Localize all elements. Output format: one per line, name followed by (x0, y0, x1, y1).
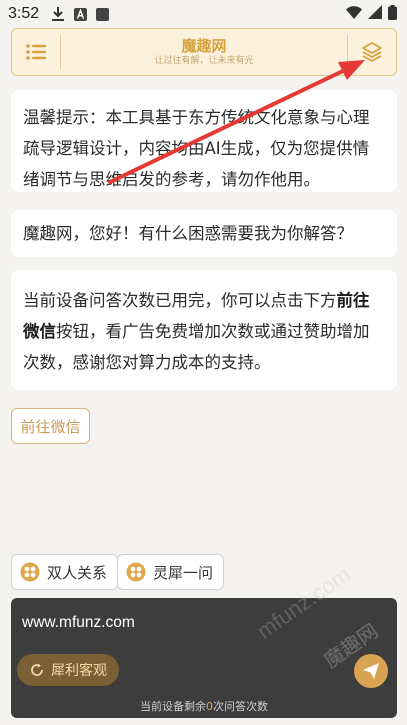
quota-message-card: 当前设备问答次数已用完，你可以点击下方前往微信按钮，看广告免费增加次数或通过赞助… (11, 270, 397, 390)
app-subtitle: 让过往有解，让未来有光 (154, 55, 254, 66)
list-menu-icon (26, 44, 46, 60)
chip-label: 灵犀一问 (153, 563, 214, 582)
chat-input[interactable]: www.mfunz.com (22, 614, 135, 632)
download-icon (51, 7, 65, 21)
battery-icon (388, 4, 397, 24)
objective-mode-label: 犀利客观 (51, 663, 107, 679)
quota-message-text-1: 当前设备问答次数已用完，你可以点击下方 (23, 291, 337, 310)
wifi-icon (346, 5, 362, 23)
status-bar: 3:52 (0, 0, 407, 28)
header-brand: 魔趣网 让过往有解，让未来有光 (61, 37, 347, 68)
goto-wechat-button[interactable]: 前往微信 (11, 408, 90, 444)
layers-icon (362, 42, 382, 62)
clover-icon (20, 562, 40, 582)
notice-card: 温馨提示：本工具基于东方传统文化意象与心理疏导逻辑设计，内容均由AI生成，仅为您… (11, 90, 397, 192)
status-time: 3:52 (8, 5, 40, 22)
chip-label: 双人关系 (47, 563, 108, 582)
send-button[interactable] (354, 654, 388, 688)
chip-intuition-question[interactable]: 灵犀一问 (117, 554, 225, 590)
app-square-icon (95, 7, 109, 21)
notice-text: 温馨提示：本工具基于东方传统文化意象与心理疏导逻辑设计，内容均由AI生成，仅为您… (23, 108, 370, 189)
greeting-card: 魔趣网，您好！有什么困惑需要我为你解答？ (11, 210, 397, 257)
app-header: 魔趣网 让过往有解，让未来有光 (11, 28, 397, 76)
menu-button[interactable] (12, 29, 60, 75)
refresh-icon (29, 662, 45, 678)
send-icon (363, 663, 379, 679)
greeting-text: 魔趣网，您好！有什么困惑需要我为你解答？ (23, 224, 353, 243)
quota-count: 0 (206, 700, 213, 713)
chat-input-panel: www.mfunz.com 犀利客观 当前设备剩余0次问答次数 (11, 598, 397, 718)
quota-message-text-2: 按钮，看广告免费增加次数或通过赞助增加次数，感谢您对算力成本的支持。 (23, 322, 370, 372)
layers-button[interactable] (348, 29, 396, 75)
quota-prefix: 当前设备剩余 (140, 700, 206, 713)
signal-icon (368, 5, 382, 23)
quota-suffix: 次问答次数 (213, 700, 268, 713)
app-title: 魔趣网 (181, 36, 227, 55)
remaining-quota: 当前设备剩余0次问答次数 (11, 698, 397, 714)
app-a-icon (73, 7, 87, 21)
clover-icon (126, 562, 146, 582)
objective-mode-button[interactable]: 犀利客观 (17, 654, 119, 686)
chip-couple-relationship[interactable]: 双人关系 (11, 554, 119, 590)
